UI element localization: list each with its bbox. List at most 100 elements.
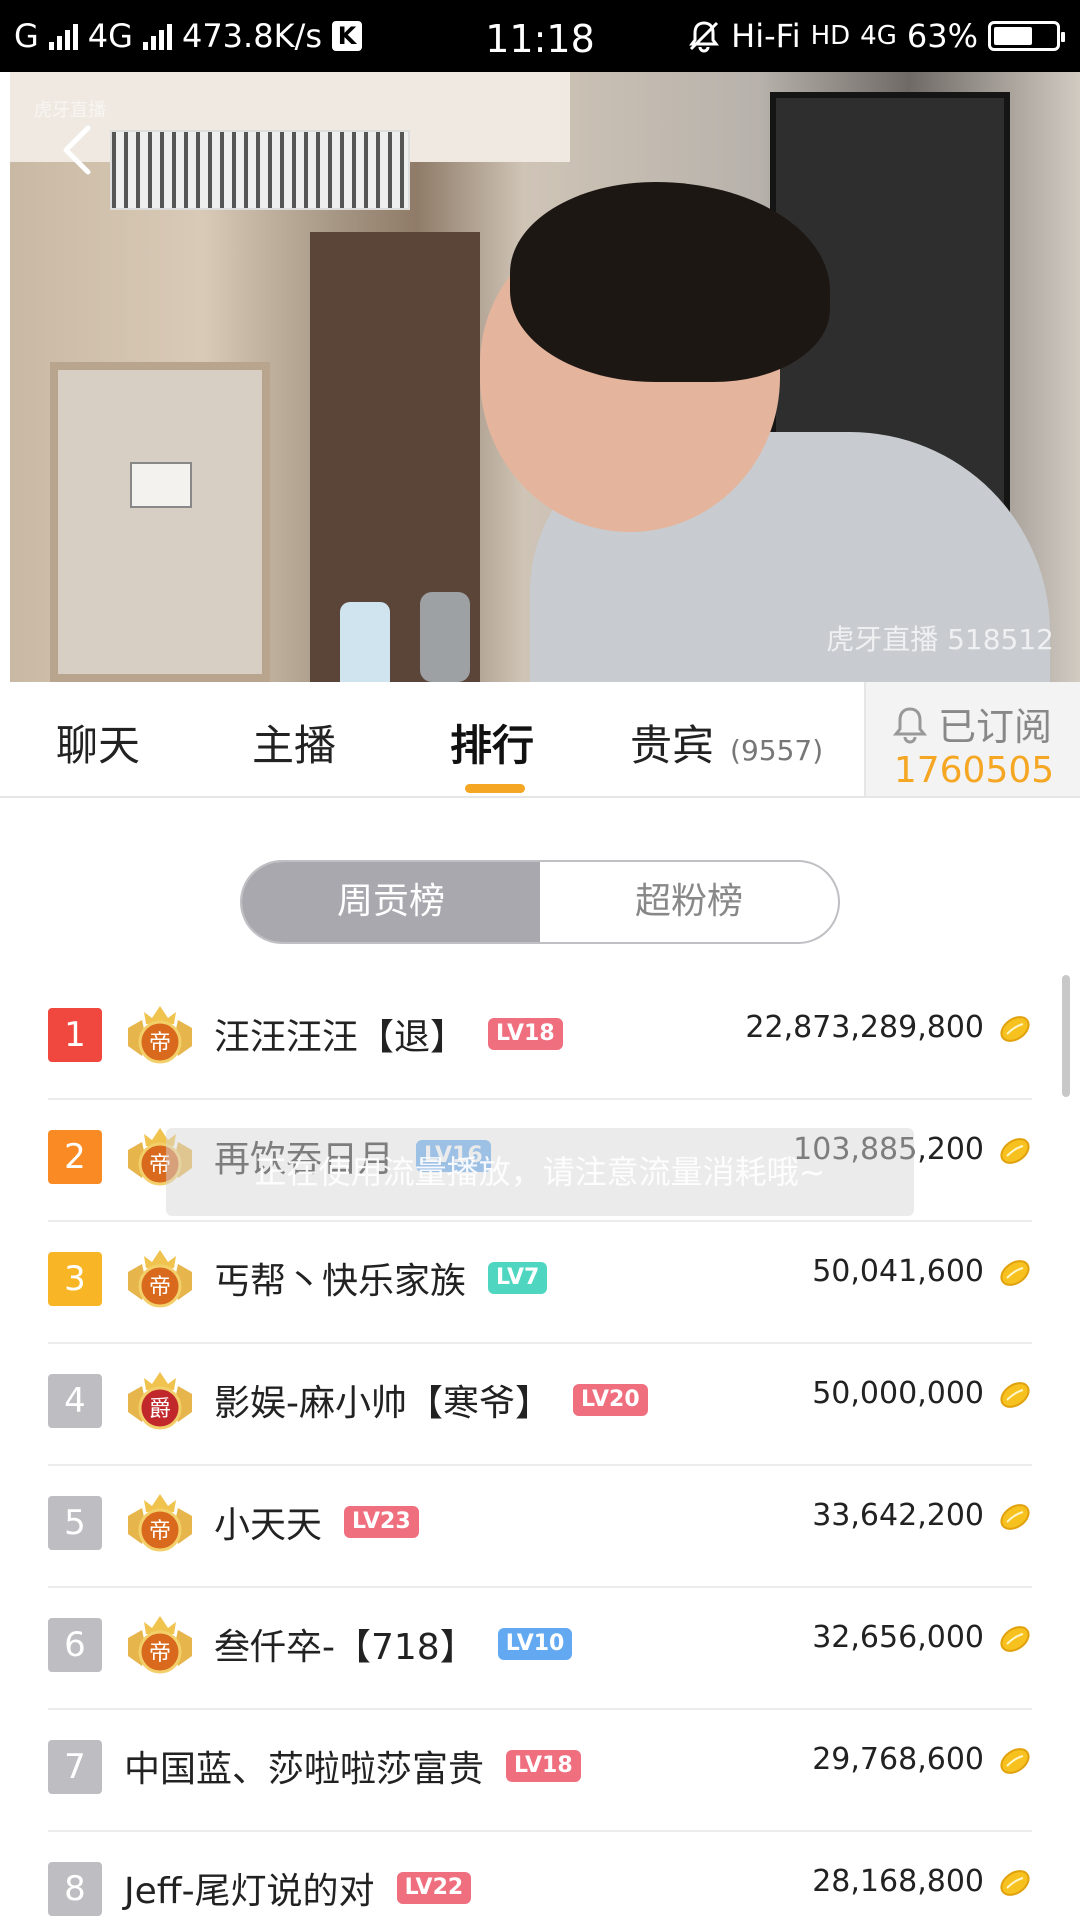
ranking-period-toggle: 周贡榜 超粉榜	[240, 860, 840, 944]
video-watermark-top: 虎牙直播	[34, 100, 106, 121]
tab-host[interactable]: 主播	[252, 712, 336, 773]
user-name: Jeff-尾灯说的对	[124, 1871, 375, 1912]
ranking-row[interactable]: 1 帝 汪汪汪汪【退】 LV18 22,873,289,800	[48, 978, 1032, 1100]
status-bar-left: G 4G 473.8K/s K	[14, 0, 362, 72]
user-name: 影娱-麻小帅【寒爷】	[214, 1383, 551, 1424]
battery-percent: 63%	[906, 17, 978, 55]
user-name: 小天天	[214, 1505, 323, 1546]
contribution-score: 22,873,289,800	[745, 1010, 984, 1045]
network-speed: 473.8K/s	[181, 17, 322, 55]
back-arrow-icon[interactable]	[50, 120, 110, 180]
live-video-player[interactable]: 虎牙直播 虎牙直播 518512	[10, 72, 1080, 682]
ranking-row[interactable]: 6 帝 叁仟卒-【718】 LV10 32,656,000	[48, 1588, 1032, 1710]
contribution-score: 50,041,600	[812, 1254, 984, 1289]
ranking-row[interactable]: 7 中国蓝、莎啦啦莎富贵 LV18 29,768,600	[48, 1710, 1032, 1832]
subscribe-button[interactable]: 已订阅 1760505	[864, 682, 1080, 796]
level-badge: LV23	[344, 1506, 419, 1538]
level-badge: LV20	[573, 1384, 648, 1416]
toggle-weekly[interactable]: 周贡榜	[242, 862, 540, 942]
contribution-score: 50,000,000	[812, 1376, 984, 1411]
gold-bean-icon	[1000, 1260, 1030, 1286]
tab-chat[interactable]: 聊天	[56, 712, 140, 773]
medal-glyph: 爵	[149, 1397, 171, 1422]
noble-medal-icon: 帝	[128, 1250, 192, 1308]
status-bar-right: Hi-Fi HD 4G 63%	[687, 0, 1065, 72]
noble-medal-icon: 爵	[128, 1372, 192, 1430]
ranking-row[interactable]: 5 帝 小天天 LV23 33,642,200	[48, 1466, 1032, 1588]
rank-number: 8	[48, 1862, 102, 1916]
user-name: 中国蓝、莎啦啦莎富贵	[124, 1749, 485, 1790]
hifi-label: Hi-Fi	[731, 17, 801, 55]
tab-ranking-label: 排行	[450, 721, 535, 770]
user-name: 丐帮丶快乐家族	[214, 1261, 467, 1302]
gold-bean-icon	[1000, 1016, 1030, 1042]
noble-medal-icon: 帝	[128, 1616, 192, 1674]
medal-glyph: 帝	[149, 1275, 171, 1300]
subscriber-count: 1760505	[893, 750, 1055, 791]
tab-vip-label: 贵宾	[630, 721, 715, 770]
noble-medal-icon: 帝	[128, 1006, 192, 1064]
rank-number: 1	[48, 1008, 102, 1062]
tab-vip[interactable]: 贵宾 (9557)	[630, 712, 823, 773]
video-bottles	[340, 602, 390, 682]
user-name-group: 小天天 LV23	[214, 1496, 419, 1548]
level-badge: LV22	[396, 1872, 472, 1904]
hd-label: HD	[810, 21, 851, 51]
network-label: 4G	[87, 17, 133, 55]
active-tab-indicator	[465, 784, 525, 793]
ranking-list: 1帝汪汪汪汪【退】LV1822,873,289,8002帝再饮吞日月LV1610…	[48, 978, 1032, 1920]
gold-bean-icon	[1000, 1138, 1030, 1164]
video-kettle	[420, 592, 470, 682]
noble-medal-icon: 帝	[128, 1494, 192, 1552]
user-name-group: 中国蓝、莎啦啦莎富贵 LV18	[124, 1740, 581, 1792]
gold-bean-icon	[1000, 1504, 1030, 1530]
rank-number: 3	[48, 1252, 102, 1306]
status-bar: G 4G 473.8K/s K 11:18 Hi-Fi HD 4G 63%	[0, 0, 1080, 72]
ranking-row[interactable]: 8 Jeff-尾灯说的对 LV22 28,168,800	[48, 1832, 1032, 1920]
rank-number: 2	[48, 1130, 102, 1184]
signal-bars-icon-2	[142, 22, 172, 50]
gold-bean-icon	[1000, 1748, 1030, 1774]
tab-chat-label: 聊天	[56, 721, 141, 770]
k-app-icon: K	[332, 21, 362, 51]
medal-glyph: 帝	[149, 1641, 171, 1666]
tab-ranking[interactable]: 排行	[450, 712, 534, 773]
ranking-row[interactable]: 4 爵 影娱-麻小帅【寒爷】 LV20 50,000,000	[48, 1344, 1032, 1466]
rank-number: 5	[48, 1496, 102, 1550]
user-name-group: 叁仟卒-【718】 LV10	[214, 1618, 573, 1670]
bell-icon	[892, 706, 928, 743]
tab-vip-count: (9557)	[730, 734, 824, 767]
medal-glyph: 帝	[149, 1519, 171, 1544]
medal-glyph: 帝	[149, 1031, 171, 1056]
gold-bean-icon	[1000, 1870, 1030, 1896]
rank-number: 7	[48, 1740, 102, 1794]
toggle-superfan[interactable]: 超粉榜	[540, 862, 838, 942]
subscribe-label: 已订阅	[938, 705, 1053, 749]
contribution-score: 29,768,600	[812, 1742, 984, 1777]
contribution-score: 28,168,800	[812, 1864, 984, 1899]
scrollbar[interactable]	[1062, 975, 1070, 1097]
battery-icon	[988, 21, 1065, 51]
rank-number: 6	[48, 1618, 102, 1672]
video-air-vent	[110, 130, 410, 210]
ranking-row[interactable]: 3 帝 丐帮丶快乐家族 LV7 50,041,600	[48, 1222, 1032, 1344]
gold-bean-icon	[1000, 1382, 1030, 1408]
level-badge: LV18	[506, 1750, 581, 1782]
contribution-score: 32,656,000	[812, 1620, 984, 1655]
rank-number: 4	[48, 1374, 102, 1428]
level-badge: LV10	[497, 1628, 573, 1660]
contribution-score: 33,642,200	[812, 1498, 984, 1533]
video-watermark-bottom: 虎牙直播 518512	[826, 623, 1054, 656]
gold-bean-icon	[1000, 1626, 1030, 1652]
user-name: 汪汪汪汪【退】	[214, 1017, 467, 1058]
mute-bell-icon	[689, 21, 720, 53]
user-name-group: Jeff-尾灯说的对 LV22	[124, 1862, 472, 1914]
tab-host-label: 主播	[252, 721, 337, 770]
user-name-group: 丐帮丶快乐家族 LV7	[214, 1252, 548, 1304]
carrier-label: G	[14, 17, 39, 55]
video-door	[50, 362, 270, 682]
user-name-group: 汪汪汪汪【退】 LV18	[214, 1008, 563, 1060]
data-usage-toast: 正在使用流量播放，请注意流量消耗哦~	[166, 1128, 914, 1216]
level-badge: LV7	[488, 1262, 548, 1294]
video-door-sign	[130, 462, 192, 508]
